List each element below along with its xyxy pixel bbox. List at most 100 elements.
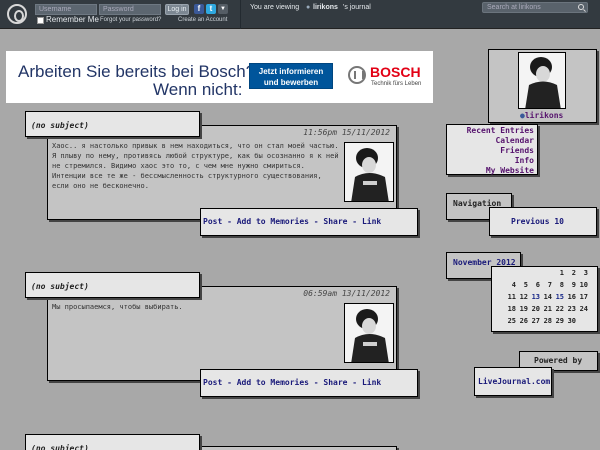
calendar-day: 3 xyxy=(583,269,588,277)
username-input[interactable]: Username xyxy=(35,4,97,15)
calendar-day xyxy=(577,316,588,328)
ad-cta-line2: und bewerben xyxy=(263,78,319,87)
calendar-day: 27 xyxy=(531,317,540,325)
calendar-day: 7 xyxy=(547,281,552,289)
calendar-day: 23 xyxy=(567,305,576,313)
calendar-week: 25 26 27 28 29 30 xyxy=(491,316,598,328)
calendar-day: 5 xyxy=(523,281,528,289)
facebook-icon[interactable]: f xyxy=(194,4,204,14)
livejournal-link[interactable]: LiveJournal.com xyxy=(475,368,551,386)
entry-links-box: Post - Add to Memories - Share - Link xyxy=(200,208,418,236)
calendar-day: 12 xyxy=(519,293,528,301)
calendar-week: 11 12 13 14 15 16 17 xyxy=(491,292,598,304)
previous-10-link[interactable]: Previous 10 xyxy=(490,208,596,226)
calendar-day: 6 xyxy=(535,281,540,289)
entry-links[interactable]: Post - Add to Memories - Share - Link xyxy=(201,209,417,226)
entry-links-box: Post - Add to Memories - Share - Link xyxy=(200,369,418,397)
calendar-title: November 2012 xyxy=(453,258,516,267)
bosch-logo-icon xyxy=(348,66,366,84)
calendar-day: 11 xyxy=(507,293,516,301)
nav-link-friends[interactable]: Friends xyxy=(447,146,534,156)
profile-username-link[interactable]: ●lirikons xyxy=(520,111,563,120)
calendar-day: 9 xyxy=(571,281,576,289)
calendar-day[interactable]: 15 xyxy=(553,292,564,304)
livejournal-logo-icon[interactable] xyxy=(7,4,27,24)
entry-date: 11:56pm 15/11/2012 xyxy=(303,128,390,137)
chevron-down-icon[interactable]: ▼ xyxy=(218,4,228,14)
calendar-day: 25 xyxy=(507,317,516,325)
ad-cta-button[interactable]: Jetzt informieren und bewerben xyxy=(249,63,333,89)
entry-text: Хаос.. я настолько привык в нем находить… xyxy=(52,142,339,190)
calendar-day: 10 xyxy=(579,281,588,289)
ad-cta-line1: Jetzt informieren xyxy=(258,67,324,76)
ad-banner[interactable]: Arbeiten Sie bereits bei Bosch? Wenn nic… xyxy=(6,51,433,103)
calendar-day: 21 xyxy=(543,305,552,313)
entry-text: Мы просыпаемся, чтобы выбирать. xyxy=(52,303,183,311)
entry-userpic[interactable] xyxy=(344,303,394,363)
journal-user-link[interactable]: lirikons xyxy=(313,4,338,11)
password-input[interactable]: Password xyxy=(99,4,161,15)
ad-tagline: Technik fürs Leben xyxy=(371,81,422,87)
powered-link-box: LiveJournal.com xyxy=(474,367,552,396)
ad-subline: Wenn nicht: xyxy=(153,80,243,99)
calendar-day: 29 xyxy=(555,317,564,325)
calendar-day xyxy=(541,268,552,280)
calendar-day: 19 xyxy=(519,305,528,313)
user-head-icon: ● xyxy=(306,4,311,11)
twitter-icon[interactable]: t xyxy=(206,4,216,14)
top-bar: Username Password Log in f t ▼ Remember … xyxy=(0,0,600,29)
userpic-image xyxy=(519,53,565,108)
calendar-day xyxy=(529,268,540,280)
remember-me-checkbox[interactable] xyxy=(37,17,44,24)
calendar-grid: 1 2 3 4 5 6 7 8 9 10 11 12 13 14 15 16 17 18 19 20 21 22 23 24 2… xyxy=(491,268,598,332)
calendar-day: 30 xyxy=(567,317,576,325)
calendar-day: 4 xyxy=(511,281,516,289)
calendar-day xyxy=(517,268,528,280)
calendar-week: 18 19 20 21 22 23 24 xyxy=(491,304,598,316)
calendar-day: 16 xyxy=(567,293,576,301)
calendar-day: 24 xyxy=(579,305,588,313)
viewing-prefix: You are viewing xyxy=(250,4,300,11)
profile-username: lirikons xyxy=(524,111,564,120)
calendar-day: 17 xyxy=(579,293,588,301)
entry-date: 06:59am 13/11/2012 xyxy=(303,289,390,298)
calendar-day[interactable]: 13 xyxy=(529,292,540,304)
nav-link-info[interactable]: Info xyxy=(447,156,534,166)
login-button[interactable]: Log in xyxy=(165,4,189,15)
calendar-day xyxy=(505,268,516,280)
ad-brand: BOSCH xyxy=(370,64,421,80)
search-input[interactable]: Search at lirikons xyxy=(482,2,588,13)
entry-subject: (no subject) xyxy=(31,121,89,130)
calendar-week: 123 xyxy=(491,268,598,280)
powered-title: Powered by xyxy=(534,356,583,365)
search-icon[interactable] xyxy=(578,4,584,10)
divider xyxy=(240,0,241,29)
calendar-week: 4 5 6 7 8 9 10 xyxy=(491,280,598,292)
userpic-image xyxy=(345,304,393,362)
calendar-day: 18 xyxy=(507,305,516,313)
remember-me-label[interactable]: Remember Me xyxy=(46,15,99,24)
nav-links-box: Recent Entries Calendar Friends Info My … xyxy=(446,124,538,175)
entry-userpic[interactable] xyxy=(344,142,394,202)
nav-link-my-website[interactable]: My Website xyxy=(447,166,534,176)
entry-subject-box: (no subject) xyxy=(25,111,200,137)
create-account-link[interactable]: Create an Account xyxy=(178,17,227,23)
calendar-day: 2 xyxy=(571,269,576,277)
calendar-day: 14 xyxy=(543,293,552,301)
viewing-suffix: 's journal xyxy=(343,4,371,11)
entry-subject: (no subject) xyxy=(31,444,89,450)
nav-link-calendar[interactable]: Calendar xyxy=(447,136,534,146)
forgot-password-link[interactable]: Forgot your password? xyxy=(100,17,161,23)
calendar-day: 20 xyxy=(531,305,540,313)
profile-userpic[interactable] xyxy=(518,52,566,109)
calendar-day: 26 xyxy=(519,317,528,325)
calendar-day: 22 xyxy=(555,305,564,313)
entry-subject: (no subject) xyxy=(31,282,89,291)
calendar-day: 28 xyxy=(543,317,552,325)
ad-headline: Arbeiten Sie bereits bei Bosch? xyxy=(18,62,256,81)
entry-subject-box: (no subject) xyxy=(25,434,200,450)
userpic-image xyxy=(345,143,393,201)
navigation-title: Navigation xyxy=(453,199,502,208)
nav-link-recent-entries[interactable]: Recent Entries xyxy=(447,126,534,136)
entry-links[interactable]: Post - Add to Memories - Share - Link xyxy=(201,370,417,387)
